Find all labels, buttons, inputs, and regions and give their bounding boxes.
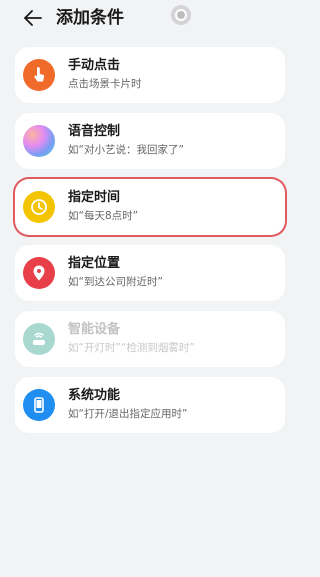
condition-specified-location[interactable]: 指定位置 如“到达公司附近时” <box>15 245 285 301</box>
condition-name: 智能设备 <box>68 322 121 337</box>
condition-name: 系统功能 <box>68 388 121 403</box>
condition-desc: 点击场景卡片时 <box>68 78 142 90</box>
location-pin-icon <box>23 257 55 289</box>
clock-icon <box>23 191 55 223</box>
smart-device-icon <box>23 323 55 355</box>
condition-desc: 如“对小艺说：我回家了” <box>68 144 184 156</box>
condition-voice-control[interactable]: 语音控制 如“对小艺说：我回家了” <box>15 113 285 169</box>
header: 添加条件 <box>0 0 300 36</box>
condition-name: 指定时间 <box>68 190 121 205</box>
back-button[interactable] <box>22 7 44 29</box>
condition-desc: 如“开灯时”“检测到烟雾时” <box>68 342 195 354</box>
arrow-left-icon <box>24 10 42 26</box>
condition-smart-device: 智能设备 如“开灯时”“检测到烟雾时” <box>15 311 285 367</box>
condition-name: 语音控制 <box>68 124 121 139</box>
tap-hand-icon <box>23 59 55 91</box>
page-title: 添加条件 <box>56 8 124 28</box>
condition-manual-tap[interactable]: 手动点击 点击场景卡片时 <box>15 47 285 103</box>
condition-system-function[interactable]: 系统功能 如“打开/退出指定应用时” <box>15 377 285 433</box>
phone-icon <box>23 389 55 421</box>
condition-name: 手动点击 <box>68 58 121 73</box>
voice-assistant-icon <box>23 125 55 157</box>
condition-name: 指定位置 <box>68 256 121 271</box>
condition-desc: 如“每天8点时” <box>68 210 139 222</box>
floating-dot-icon[interactable] <box>171 5 191 25</box>
condition-specified-time[interactable]: 指定时间 如“每天8点时” <box>15 179 285 235</box>
condition-desc: 如“打开/退出指定应用时” <box>68 408 188 420</box>
condition-desc: 如“到达公司附近时” <box>68 276 163 288</box>
